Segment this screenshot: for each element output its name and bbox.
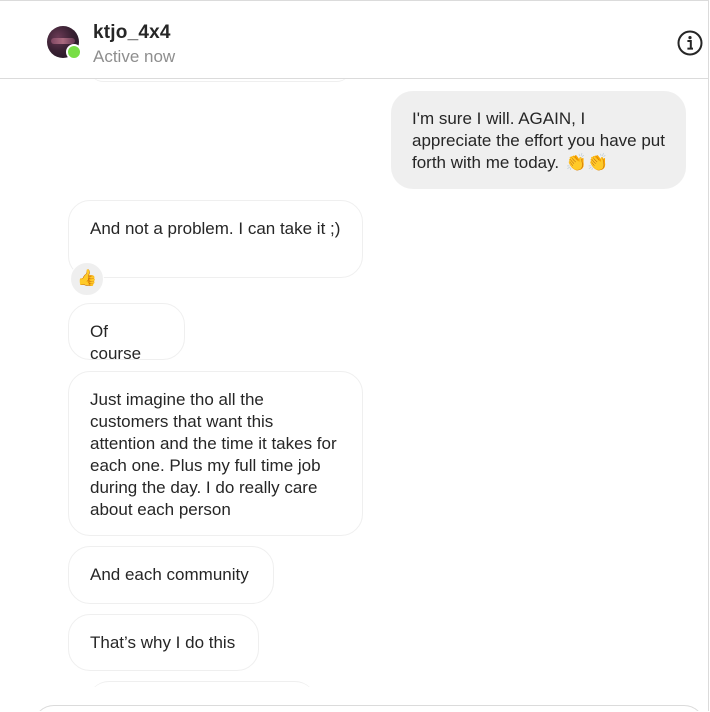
message-input[interactable] (33, 705, 705, 711)
message-text: Just imagine tho all the customers that … (90, 390, 337, 519)
message-text: I'm sure I will. AGAIN, I appreciate the… (412, 109, 665, 172)
incoming-message[interactable]: And not a problem. I can take it ;) (68, 200, 363, 278)
clapping-hands-emoji: 👏👏 (565, 153, 609, 172)
thumbs-up-reaction[interactable]: 👍 (70, 262, 104, 296)
message-text: Of course (90, 322, 142, 363)
incoming-message[interactable]: And each community (68, 546, 274, 604)
message-bubble-partial (90, 79, 350, 82)
chat-username[interactable]: ktjo_4x4 (93, 22, 171, 44)
message-bubble-partial (88, 681, 316, 687)
message-text: That’s why I do this (90, 633, 236, 652)
incoming-message[interactable]: Just imagine tho all the customers that … (68, 371, 363, 536)
chat-header: ktjo_4x4 Active now (0, 1, 708, 79)
incoming-message[interactable]: Of course (68, 303, 185, 363)
avatar-image (51, 38, 75, 44)
online-status-dot (66, 44, 82, 60)
outgoing-message[interactable]: I'm sure I will. AGAIN, I appreciate the… (391, 91, 686, 189)
message-text: And not a problem. I can take it ;) (90, 219, 341, 238)
incoming-message[interactable]: That’s why I do this (68, 614, 259, 671)
active-status: Active now (93, 47, 176, 66)
message-text: And each community (90, 565, 249, 584)
info-icon[interactable] (677, 30, 703, 56)
chat-window: ktjo_4x4 Active now I'm sure I will. AGA… (0, 0, 709, 711)
message-list[interactable]: I'm sure I will. AGAIN, I appreciate the… (0, 79, 708, 687)
avatar[interactable] (47, 26, 82, 60)
